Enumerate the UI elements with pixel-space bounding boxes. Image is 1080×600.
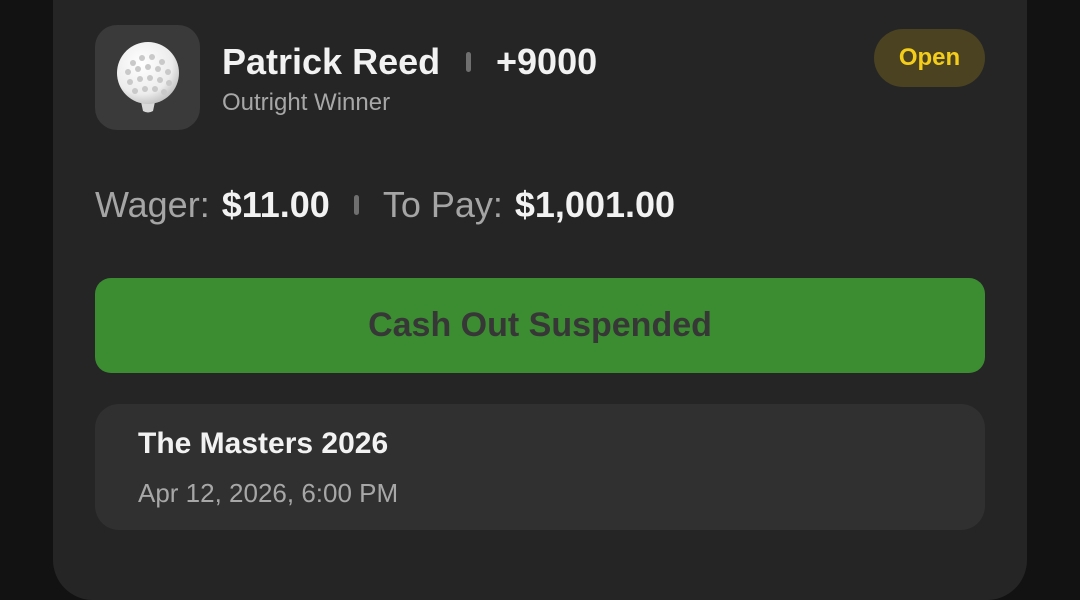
event-card[interactable]: The Masters 2026 Apr 12, 2026, 6:00 PM — [95, 404, 985, 530]
selection-name: Patrick Reed — [222, 41, 441, 82]
event-datetime: Apr 12, 2026, 6:00 PM — [138, 478, 399, 508]
event-name: The Masters 2026 — [138, 427, 389, 460]
golf-ball-icon — [116, 41, 179, 112]
wager-value: $11.00 — [221, 184, 330, 225]
cash-out-button[interactable]: Cash Out Suspended — [95, 278, 985, 373]
status-badge: Open — [874, 29, 985, 87]
odds-value: +9000 — [496, 41, 598, 82]
wager-label: Wager: — [95, 184, 210, 225]
wager-divider — [353, 195, 359, 215]
title-divider — [466, 52, 471, 72]
payout-label: To Pay: — [382, 184, 503, 225]
payout-value: $1,001.00 — [514, 184, 676, 225]
wager-summary: Wager: $11.00 To Pay: $1,001.00 — [95, 182, 675, 228]
market-type: Outright Winner — [222, 89, 391, 116]
sport-icon-tile — [95, 25, 200, 130]
